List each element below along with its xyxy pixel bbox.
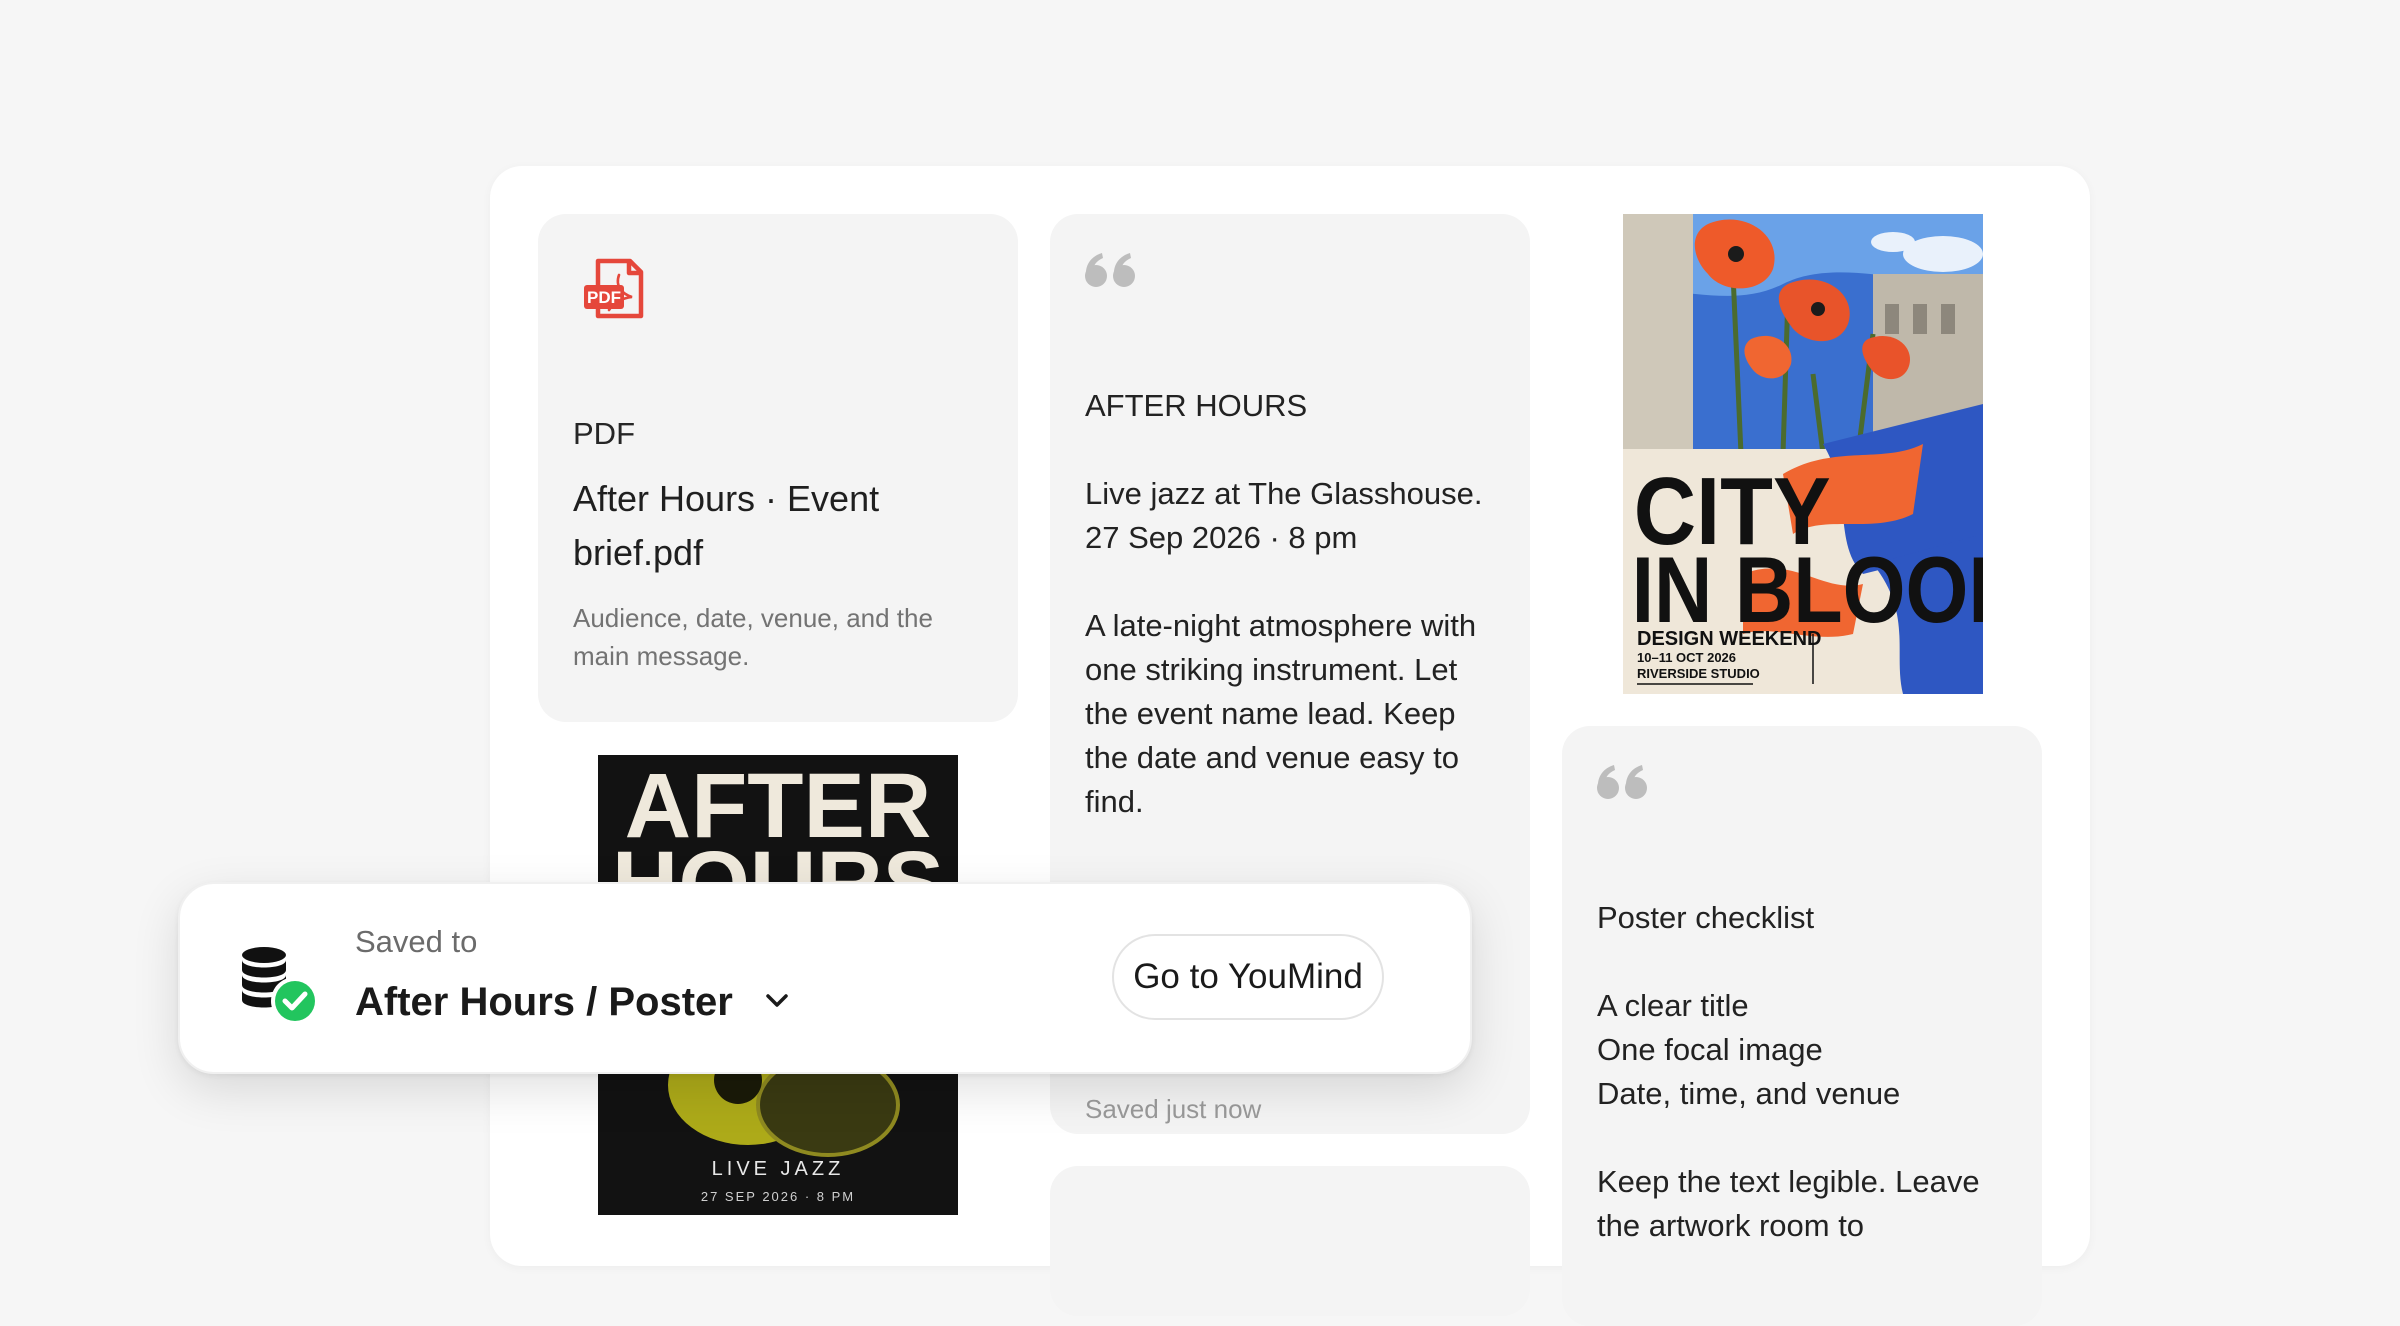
saved-status: Saved just now [1085, 1094, 1262, 1124]
pdf-file-icon: PDF [582, 258, 646, 325]
poster-bloom-event: DESIGN WEEKEND [1637, 628, 1821, 650]
save-toast: Saved to After Hours / Poster Go to YouM… [178, 882, 1472, 1074]
poster-hours-subtitle: LIVE JAZZ [712, 1158, 845, 1180]
poster-hours-date: 27 SEP 2026 · 8 PM [701, 1189, 855, 1204]
checklist-text: Poster checklist A clear title One focal… [1597, 900, 1980, 1243]
board-canvas: PDF PDF After Hours · Event brief.pdf Au… [490, 166, 2090, 1326]
quote-icon [1596, 764, 1650, 805]
pdf-card[interactable]: PDF PDF After Hours · Event brief.pdf Au… [538, 214, 1018, 722]
go-to-youmind-button[interactable]: Go to YouMind [1112, 934, 1384, 1020]
file-type-label: PDF [573, 416, 635, 451]
destination-selector[interactable]: After Hours / Poster [355, 980, 733, 1025]
poster-bloom-title-2: IN BLOOM [1632, 537, 1983, 642]
file-description: Audience, date, venue, and the main mess… [573, 603, 933, 671]
svg-text:PDF: PDF [587, 288, 621, 307]
poster-bloom-dates: 10–11 OCT 2026 [1637, 650, 1736, 665]
checklist-card[interactable]: Poster checklist A clear title One focal… [1562, 726, 2042, 1326]
database-saved-icon [240, 946, 320, 1031]
quote-icon [1084, 252, 1138, 293]
note-text: AFTER HOURS Live jazz at The Glasshouse.… [1085, 388, 1483, 819]
saved-to-label: Saved to [355, 924, 478, 959]
poster-bloom-venue: RIVERSIDE STUDIO [1637, 666, 1760, 681]
poster-city-in-bloom[interactable]: CITY IN BLOOM DESIGN WEEKEND 10–11 OCT 2… [1623, 214, 1983, 694]
chevron-down-icon[interactable] [764, 992, 790, 1015]
file-title: After Hours · Event brief.pdf [573, 478, 880, 573]
note-card-partial[interactable] [1050, 1166, 1530, 1316]
